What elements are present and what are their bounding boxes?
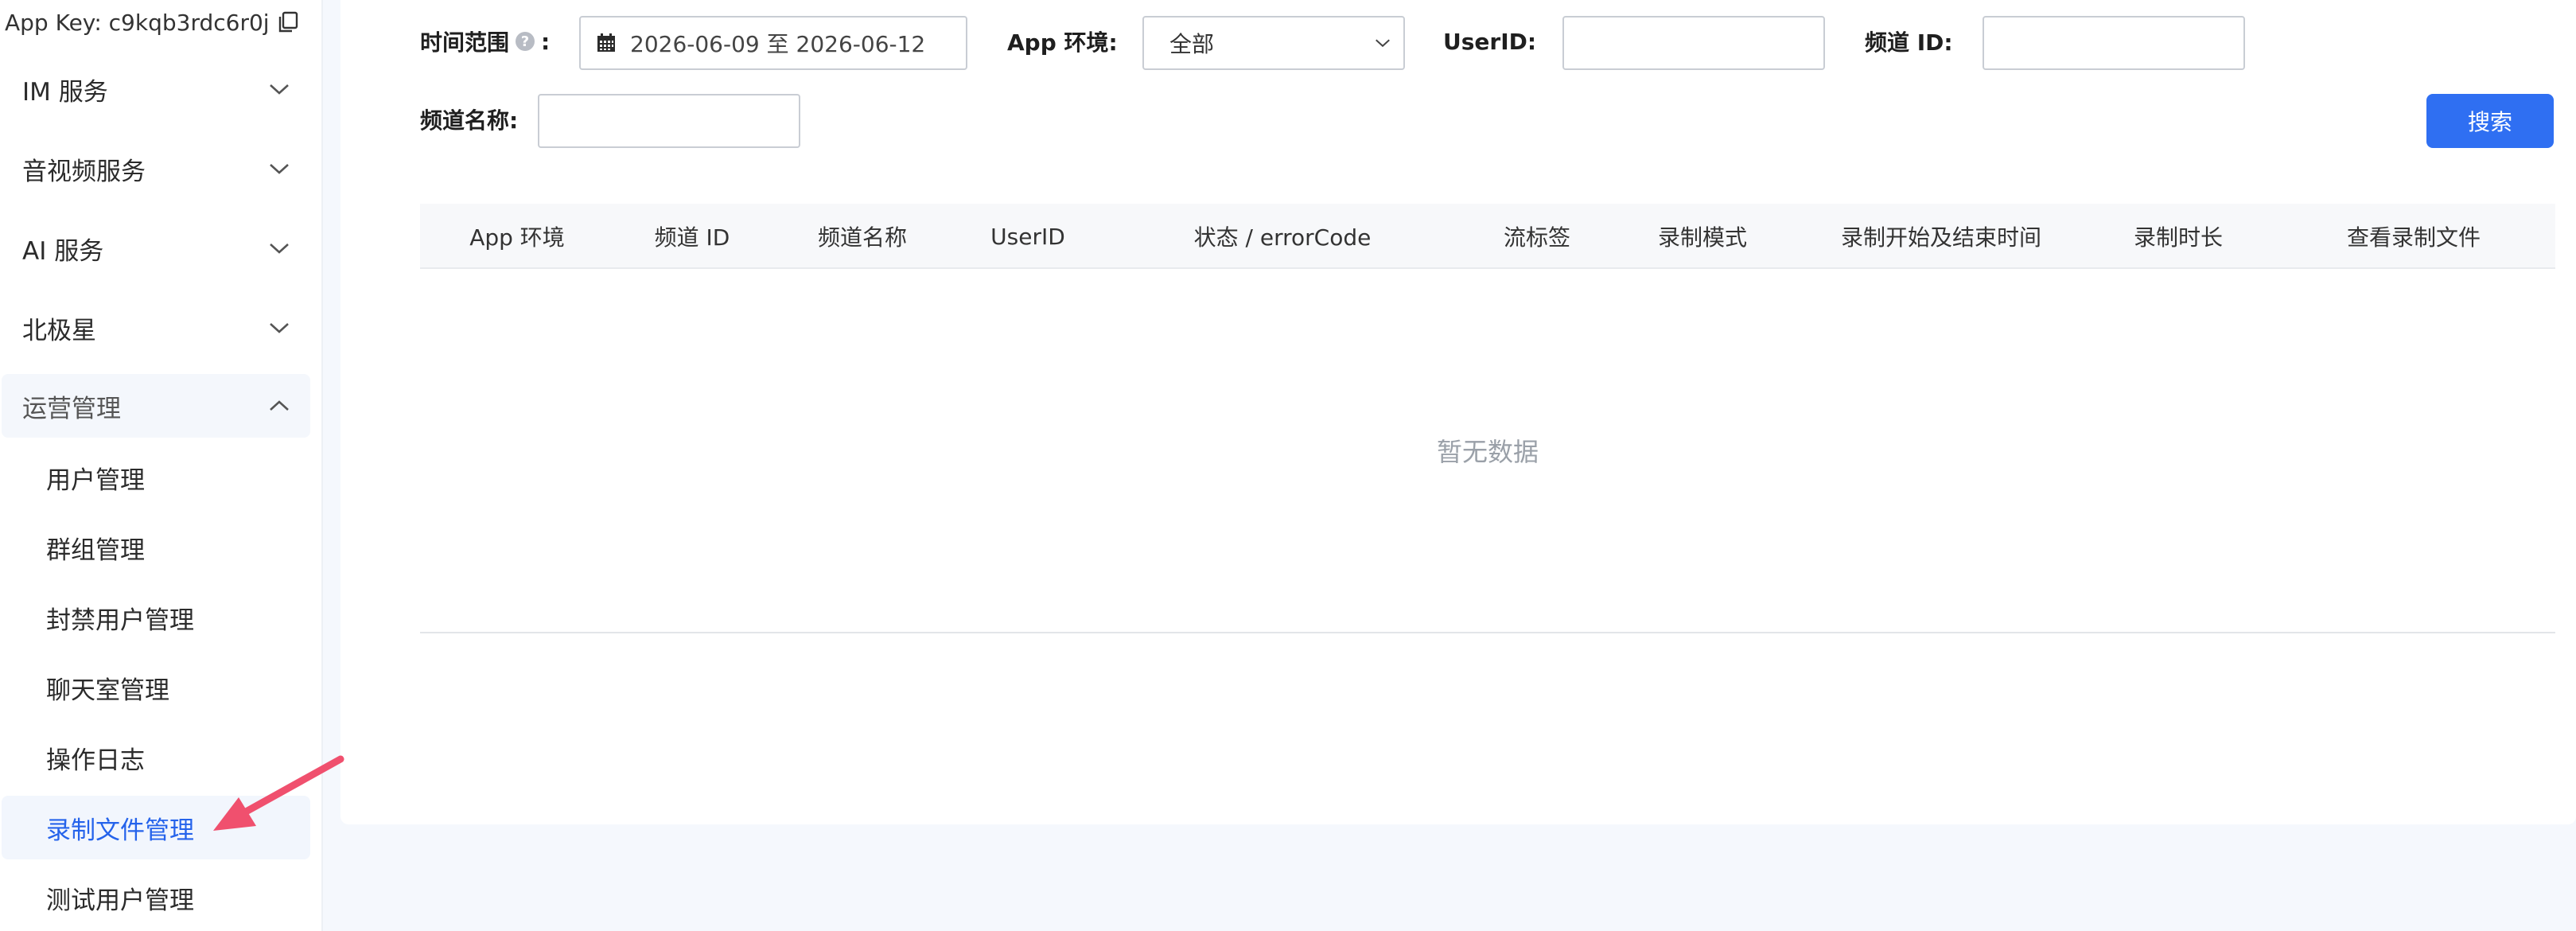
- userid-input[interactable]: [1562, 16, 1825, 70]
- nav-group-im[interactable]: IM 服务: [2, 57, 310, 121]
- app-env-label: App 环境:: [1007, 25, 1118, 57]
- column-header: 状态 / errorCode: [1193, 224, 1372, 251]
- empty-state-text: 暂无数据: [1436, 437, 1539, 467]
- sidebar-item-banned-users[interactable]: 封禁用户管理: [2, 586, 310, 649]
- column-header: 录制时长: [2133, 224, 2224, 251]
- nav-group-label: AI 服务: [22, 236, 104, 266]
- column-header: App 环境: [469, 224, 565, 251]
- channel-id-label: 频道 ID:: [1865, 25, 1953, 57]
- column-header: 频道 ID: [654, 224, 730, 251]
- sidebar-item-user-management[interactable]: 用户管理: [2, 446, 310, 509]
- app-env-value: 全部: [1169, 31, 1215, 57]
- nav-group-label: 运营管理: [22, 394, 121, 423]
- nav-group-label: 北极星: [22, 316, 96, 345]
- chevron-up-icon: [270, 400, 289, 411]
- sidebar-item-chatroom-management[interactable]: 聊天室管理: [2, 656, 310, 719]
- column-header: 频道名称: [817, 224, 908, 251]
- sidebar-item-label: 聊天室管理: [46, 676, 169, 705]
- chevron-down-icon: [270, 164, 289, 174]
- chevron-down-icon: [270, 84, 289, 95]
- userid-label: UserID:: [1443, 25, 1536, 57]
- chevron-down-icon: [270, 243, 289, 254]
- sidebar-item-group-management[interactable]: 群组管理: [2, 516, 310, 579]
- time-range-label-text: 时间范围: [420, 29, 510, 56]
- nav-group-operations[interactable]: 运营管理: [2, 374, 310, 438]
- help-icon[interactable]: ?: [516, 32, 535, 51]
- date-range-picker[interactable]: 2026-06-09 至 2026-06-12: [579, 16, 967, 70]
- channel-id-label-text: 频道 ID:: [1865, 29, 1953, 56]
- time-range-label: 时间范围 ? :: [420, 25, 550, 57]
- app-env-select[interactable]: 全部: [1142, 16, 1405, 70]
- nav-group-label: IM 服务: [22, 77, 108, 107]
- column-header: 录制开始及结束时间: [1840, 224, 2042, 251]
- column-header: 录制模式: [1657, 224, 1748, 251]
- search-button[interactable]: 搜索: [2426, 94, 2554, 148]
- column-header: UserID: [990, 223, 1065, 250]
- sidebar-item-test-users[interactable]: 测试用户管理: [2, 866, 310, 929]
- channel-name-label: 频道名称:: [420, 103, 518, 135]
- sidebar-item-label: 用户管理: [46, 465, 145, 495]
- nav-group-label: 音视频服务: [22, 157, 146, 186]
- arrow-icon: [213, 755, 344, 831]
- chevron-down-icon: [270, 323, 289, 333]
- calendar-icon: [597, 33, 615, 52]
- nav-group-ai[interactable]: AI 服务: [2, 216, 310, 280]
- sidebar-item-label: 操作日志: [46, 746, 145, 775]
- channel-name-label-text: 频道名称:: [420, 107, 519, 134]
- sidebar-item-label: 录制文件管理: [46, 816, 194, 845]
- column-header: 流标签: [1503, 224, 1571, 251]
- nav-group-polaris[interactable]: 北极星: [2, 296, 310, 360]
- app-root: App Key: c9kqb3rdc6r0j IM 服务 音视频服务 AI 服务…: [0, 0, 2576, 931]
- nav-group-av[interactable]: 音视频服务: [2, 137, 310, 201]
- copy-icon[interactable]: [276, 10, 300, 34]
- app-key: App Key: c9kqb3rdc6r0j: [5, 6, 300, 38]
- channel-name-input[interactable]: [538, 94, 800, 148]
- app-key-label: App Key: c9kqb3rdc6r0j: [5, 9, 270, 36]
- channel-id-input[interactable]: [1983, 16, 2245, 70]
- app-env-label-text: App 环境:: [1007, 29, 1118, 56]
- chevron-down-icon: [1376, 39, 1390, 48]
- table-body: 暂无数据: [420, 269, 2555, 633]
- date-range-value: 2026-06-09 至 2026-06-12: [630, 31, 926, 57]
- column-header: 查看录制文件: [2346, 224, 2481, 251]
- sidebar-item-label: 群组管理: [46, 536, 145, 565]
- time-range-colon: :: [541, 28, 551, 55]
- table-header: App 环境 频道 ID 频道名称 UserID 状态 / errorCode …: [420, 204, 2555, 269]
- sidebar-item-label: 测试用户管理: [46, 886, 194, 915]
- userid-label-text: UserID:: [1443, 28, 1537, 55]
- sidebar-item-label: 封禁用户管理: [46, 606, 194, 635]
